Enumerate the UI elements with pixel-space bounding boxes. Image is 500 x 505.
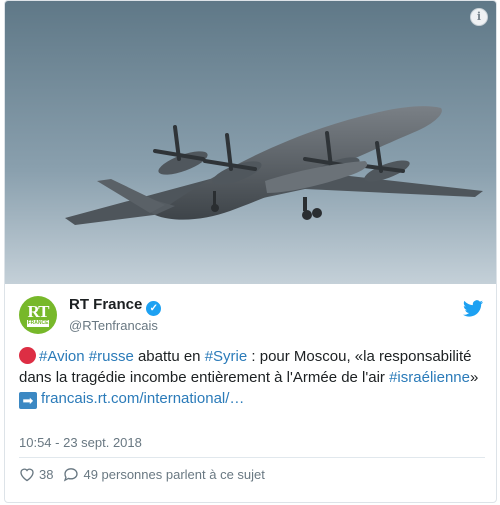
reply-button[interactable]: 49 personnes parlent à ce sujet xyxy=(63,467,265,482)
reply-count: 49 personnes parlent à ce sujet xyxy=(83,467,265,482)
tweet-card[interactable]: i RT FRANCE RT France ✓ @RTenfrancais #Av… xyxy=(4,0,497,503)
tweet-link[interactable]: francais.rt.com/international/… xyxy=(41,390,244,407)
text-part-1: abattu en xyxy=(133,348,205,365)
right-arrow-icon: ➡ xyxy=(19,392,37,409)
author-name-text: RT France xyxy=(69,296,143,313)
logo-sub: FRANCE xyxy=(27,320,49,327)
like-button[interactable]: 38 xyxy=(19,467,53,482)
tweet-photo[interactable]: i xyxy=(5,1,496,284)
text-part-3: » xyxy=(469,369,479,386)
divider xyxy=(19,457,485,458)
info-icon[interactable]: i xyxy=(470,8,488,26)
hashtag-israelienne[interactable]: #israélienne xyxy=(389,369,470,386)
tweet-timestamp[interactable]: 10:54 - 23 sept. 2018 xyxy=(19,435,142,450)
tweet-header: RT FRANCE RT France ✓ @RTenfrancais xyxy=(19,296,485,342)
twitter-bird-icon[interactable] xyxy=(463,300,484,322)
hashtag-syrie[interactable]: #Syrie xyxy=(205,348,248,365)
red-circle-icon xyxy=(19,347,36,364)
tweet-text: #Avion #russe abattu en #Syrie : pour Mo… xyxy=(19,346,485,409)
heart-icon xyxy=(20,468,34,482)
author-handle[interactable]: @RTenfrancais xyxy=(69,318,158,333)
airplane-photo xyxy=(5,1,496,284)
hashtag-russe[interactable]: #russe xyxy=(89,348,134,365)
logo-text: RT xyxy=(27,302,49,321)
verified-icon: ✓ xyxy=(146,301,162,316)
author-name[interactable]: RT France ✓ xyxy=(69,296,162,316)
hashtag-avion[interactable]: #Avion xyxy=(39,348,85,365)
tweet-actions: 38 49 personnes parlent à ce sujet xyxy=(19,467,275,482)
avatar[interactable]: RT FRANCE xyxy=(19,296,57,334)
speech-bubble-icon xyxy=(64,468,79,482)
like-count: 38 xyxy=(39,467,54,482)
